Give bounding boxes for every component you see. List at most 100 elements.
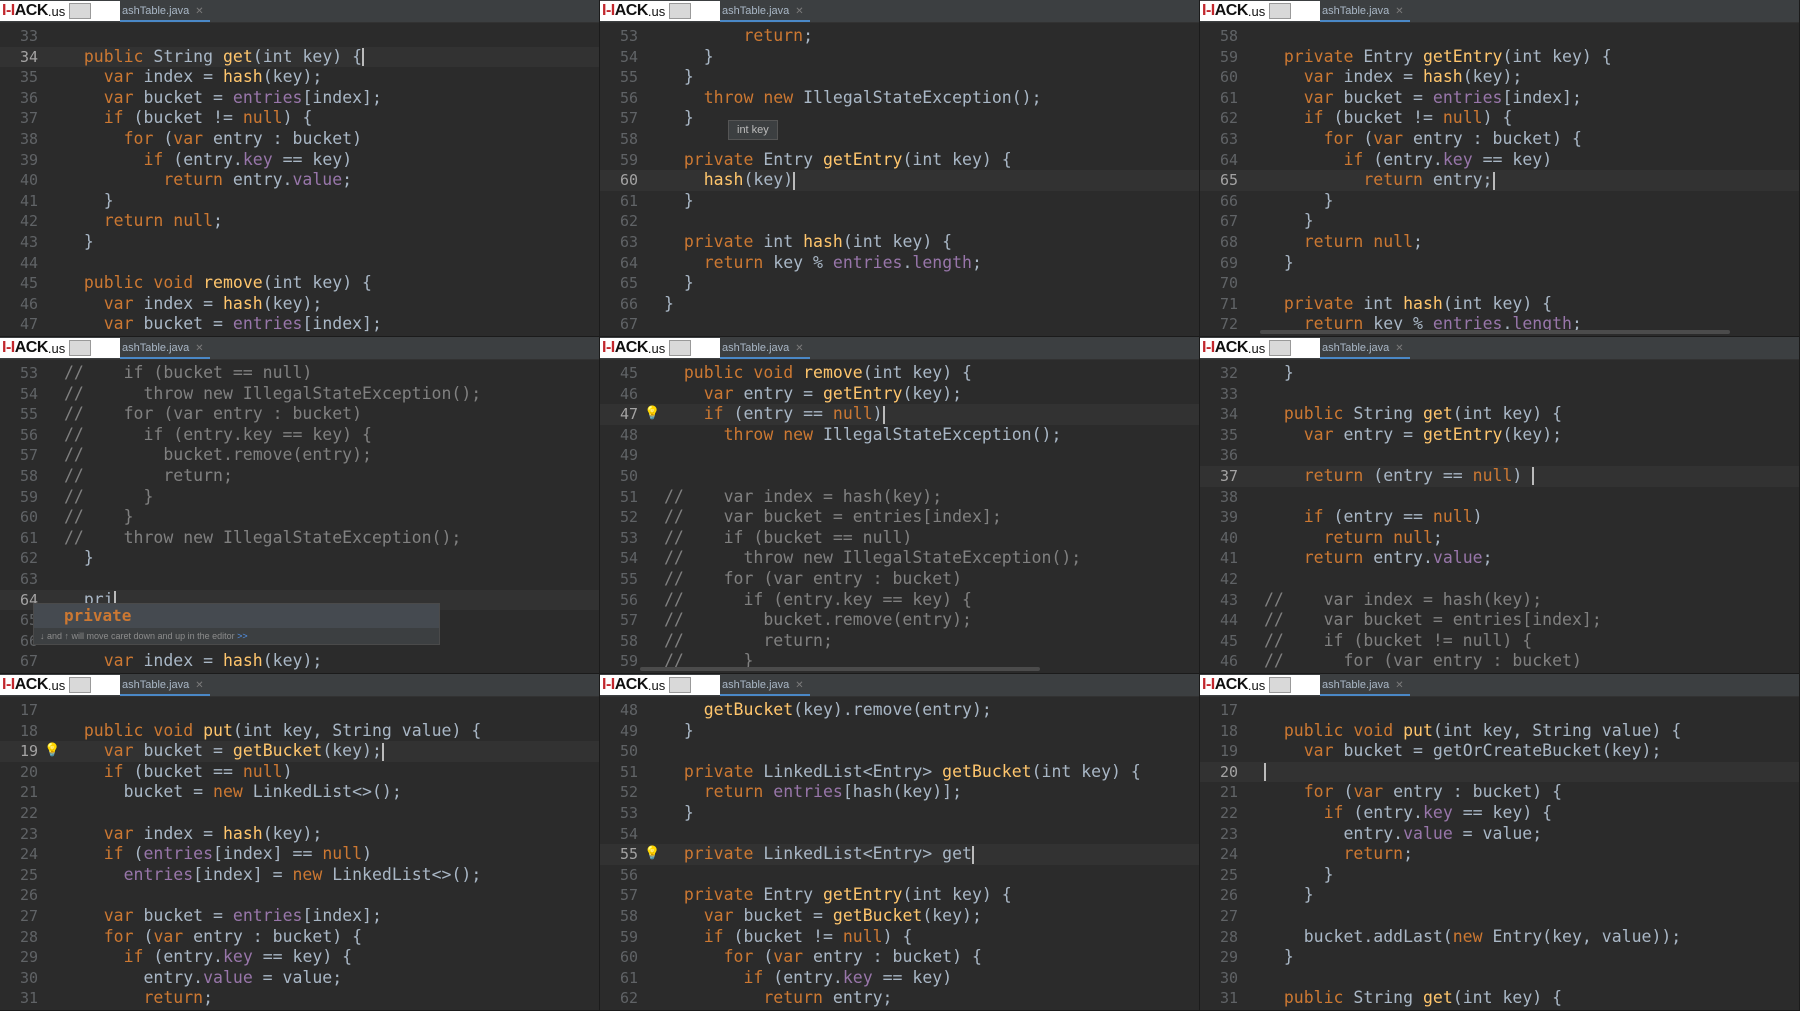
- code-line[interactable]: 36 var bucket = entries[index];: [0, 88, 599, 109]
- code-line[interactable]: 57 // bucket.remove(entry);: [600, 610, 1199, 631]
- close-icon[interactable]: ✕: [795, 6, 803, 17]
- current-code-line[interactable]: 55 private LinkedList<Entry> get: [600, 844, 1199, 865]
- code-line[interactable]: 17: [0, 700, 599, 721]
- close-icon[interactable]: ✕: [1395, 680, 1403, 691]
- code-line[interactable]: 62 if (bucket != null) {: [1200, 108, 1799, 129]
- current-code-line[interactable]: 37 return (entry == null): [1200, 465, 1799, 487]
- code-editor[interactable]: 17 18 public void put(int key, String val…: [0, 700, 599, 1010]
- code-line[interactable]: 34 public String get(int key) {: [1200, 404, 1799, 425]
- file-tab[interactable]: ashTable.java ✕: [720, 337, 810, 359]
- code-line[interactable]: 58 var bucket = getBucket(key);: [600, 906, 1199, 927]
- code-line[interactable]: 44: [0, 253, 599, 274]
- code-line[interactable]: 24 if (entries[index] == null): [0, 844, 599, 865]
- editor-panel[interactable]: I-I ACK .us ashTable.java ✕ 58 59 private Entr…: [1200, 0, 1800, 337]
- code-line[interactable]: 70: [1200, 273, 1799, 294]
- code-line[interactable]: 68 return null;: [1200, 232, 1799, 253]
- horizontal-scrollbar[interactable]: [640, 667, 1040, 671]
- code-line[interactable]: 67: [600, 314, 1199, 335]
- code-line[interactable]: 25 entries[index] = new LinkedList<>();: [0, 865, 599, 886]
- code-line[interactable]: 41 }: [0, 191, 599, 212]
- code-editor[interactable]: 53 return; 54 } 55 } 56 throw new IllegalSt…: [600, 26, 1199, 336]
- code-line[interactable]: 53 // if (bucket == null): [600, 528, 1199, 549]
- code-line[interactable]: 57 // bucket.remove(entry);: [0, 445, 599, 466]
- intention-bulb-icon[interactable]: 💡: [644, 846, 660, 861]
- code-line[interactable]: 58 // return;: [600, 631, 1199, 652]
- code-line[interactable]: 60 for (var entry : bucket) {: [600, 947, 1199, 968]
- code-line[interactable]: 27: [1200, 906, 1799, 927]
- code-line[interactable]: 45 // if (bucket != null) {: [1200, 631, 1799, 652]
- code-line[interactable]: 64 if (entry.key == key): [1200, 150, 1799, 171]
- code-line[interactable]: 46 // for (var entry : bucket): [1200, 651, 1799, 672]
- completion-hint-link[interactable]: >>: [237, 631, 248, 641]
- code-line[interactable]: 57 }: [600, 108, 1199, 129]
- close-icon[interactable]: ✕: [1395, 343, 1403, 354]
- code-editor[interactable]: 32 } 33 34 public String get(int key) {35 …: [1200, 363, 1799, 673]
- code-line[interactable]: 49: [600, 445, 1199, 466]
- code-line[interactable]: 56 // if (entry.key == key) {: [600, 590, 1199, 611]
- code-line[interactable]: 50: [600, 466, 1199, 487]
- code-line[interactable]: 45 public void remove(int key) {: [600, 363, 1199, 384]
- code-editor[interactable]: 48 getBucket(key).remove(entry); 49 } 50 51…: [600, 700, 1199, 1010]
- current-code-line[interactable]: 19 var bucket = getBucket(key);: [0, 741, 599, 762]
- completion-popup[interactable]: private ↓ and ↑ will move caret down and …: [33, 603, 440, 645]
- code-line[interactable]: 36: [1200, 445, 1799, 466]
- code-line[interactable]: 66}: [600, 294, 1199, 315]
- editor-panel[interactable]: I-I ACK .us ashTable.java ✕ 17 18 public void …: [1200, 674, 1800, 1011]
- code-line[interactable]: 54 }: [600, 47, 1199, 68]
- code-line[interactable]: 61 // throw new IllegalStateException();: [0, 528, 599, 549]
- code-line[interactable]: 17: [1200, 700, 1799, 721]
- code-line[interactable]: 63: [0, 569, 599, 590]
- code-editor[interactable]: 58 59 private Entry getEntry(int key) {60…: [1200, 26, 1799, 336]
- code-line[interactable]: 59 if (bucket != null) {: [600, 927, 1199, 948]
- editor-panel[interactable]: I-I ACK .us ashTable.java ✕ 53// if (bucket =…: [0, 337, 600, 674]
- code-line[interactable]: 59 private Entry getEntry(int key) {: [600, 150, 1199, 171]
- file-tab[interactable]: ashTable.java ✕: [720, 674, 810, 696]
- file-tab[interactable]: ashTable.java ✕: [1320, 0, 1410, 22]
- code-line[interactable]: 26: [0, 885, 599, 906]
- file-tab[interactable]: ashTable.java ✕: [1320, 337, 1410, 359]
- code-line[interactable]: 48 throw new IllegalStateException();: [600, 425, 1199, 446]
- editor-panel[interactable]: I-I ACK .us ashTable.java ✕ 32 } 33 34 public S…: [1200, 337, 1800, 674]
- code-line[interactable]: 63 for (var entry : bucket) {: [1200, 129, 1799, 150]
- code-line[interactable]: 65 }: [600, 273, 1199, 294]
- code-editor[interactable]: 17 18 public void put(int key, String val…: [1200, 700, 1799, 1010]
- code-line[interactable]: 59 // }: [0, 487, 599, 508]
- code-line[interactable]: 49 }: [600, 721, 1199, 742]
- code-line[interactable]: 58 // return;: [0, 466, 599, 487]
- current-code-line[interactable]: 34 public String get(int key) {: [0, 46, 599, 68]
- code-line[interactable]: 40 return null;: [1200, 528, 1799, 549]
- code-line[interactable]: 56 throw new IllegalStateException();: [600, 88, 1199, 109]
- code-line[interactable]: 31 public String get(int key) {: [1200, 988, 1799, 1009]
- code-line[interactable]: 28 for (var entry : bucket) {: [0, 927, 599, 948]
- code-line[interactable]: 40 return entry.value;: [0, 170, 599, 191]
- code-line[interactable]: 48 getBucket(key).remove(entry);: [600, 700, 1199, 721]
- code-line[interactable]: 55 }: [600, 67, 1199, 88]
- close-icon[interactable]: ✕: [1395, 6, 1403, 17]
- code-line[interactable]: 38 for (var entry : bucket): [0, 129, 599, 150]
- code-line[interactable]: 22 if (entry.key == key) {: [1200, 803, 1799, 824]
- current-code-line[interactable]: 65 return entry;: [1200, 170, 1799, 191]
- code-line[interactable]: 57 private Entry getEntry(int key) {: [600, 885, 1199, 906]
- code-line[interactable]: 59 private Entry getEntry(int key) {: [1200, 47, 1799, 68]
- close-icon[interactable]: ✕: [795, 680, 803, 691]
- editor-panel[interactable]: I-I ACK .us ashTable.java ✕ 33 34 public Strin…: [0, 0, 600, 337]
- code-line[interactable]: 62: [600, 211, 1199, 232]
- code-line[interactable]: 55 // for (var entry : bucket): [0, 404, 599, 425]
- code-line[interactable]: 23 var index = hash(key);: [0, 824, 599, 845]
- code-editor[interactable]: 45 public void remove(int key) {46 var e…: [600, 363, 1199, 673]
- code-line[interactable]: 55 // for (var entry : bucket): [600, 569, 1199, 590]
- code-line[interactable]: 51 private LinkedList<Entry> getBucket(i…: [600, 762, 1199, 783]
- code-line[interactable]: 62 }: [0, 548, 599, 569]
- file-tab[interactable]: ashTable.java ✕: [720, 0, 810, 22]
- code-line[interactable]: 21 for (var entry : bucket) {: [1200, 782, 1799, 803]
- code-line[interactable]: 18 public void put(int key, String value…: [1200, 721, 1799, 742]
- code-line[interactable]: 44 // var bucket = entries[index];: [1200, 610, 1799, 631]
- code-line[interactable]: 43 }: [0, 232, 599, 253]
- code-line[interactable]: 58: [600, 129, 1199, 150]
- code-line[interactable]: 58: [1200, 26, 1799, 47]
- code-line[interactable]: 29 }: [1200, 947, 1799, 968]
- code-line[interactable]: 62 return entry;: [600, 988, 1199, 1009]
- horizontal-scrollbar[interactable]: [1260, 330, 1730, 334]
- code-line[interactable]: 56: [600, 865, 1199, 886]
- code-line[interactable]: 71 private int hash(int key) {: [1200, 294, 1799, 315]
